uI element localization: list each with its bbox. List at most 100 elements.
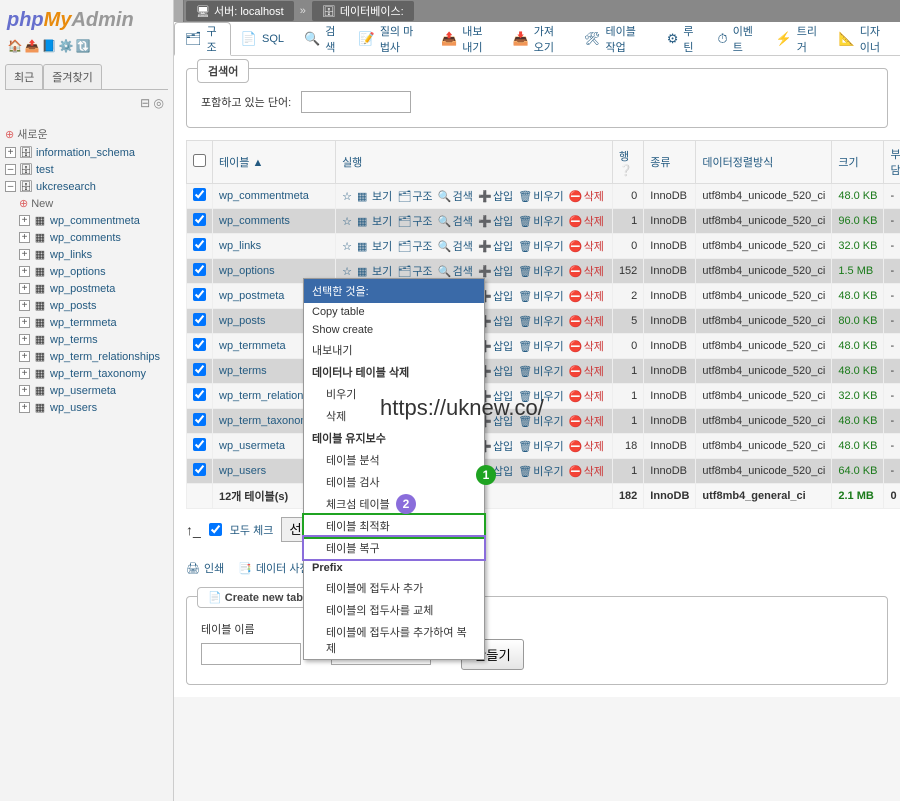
row-checkbox[interactable] (193, 238, 206, 251)
dd-repair[interactable]: 테이블 복구 (304, 537, 484, 559)
filter-input[interactable] (301, 91, 411, 113)
search-link[interactable]: 🔍검색 (438, 263, 473, 279)
dd-analyze[interactable]: 테이블 분석 (304, 449, 484, 471)
table-name-link[interactable]: wp_usermeta (219, 440, 285, 452)
dd-add-prefix[interactable]: 테이블에 접두사 추가 (304, 577, 484, 599)
search-link[interactable]: 🔍검색 (438, 188, 473, 204)
table-name-link[interactable]: wp_termmeta (219, 340, 286, 352)
insert-link[interactable]: ➕삽입 (478, 188, 513, 204)
row-checkbox[interactable] (193, 188, 206, 201)
tree-table[interactable]: +▦wp_links (5, 246, 168, 263)
logout-icon[interactable]: 📤 (24, 39, 40, 55)
tree-table[interactable]: +▦wp_comments (5, 229, 168, 246)
print-link[interactable]: 🖨인쇄 (186, 560, 224, 576)
tab-recent[interactable]: 최근 (5, 64, 43, 89)
tree-table[interactable]: +▦wp_terms (5, 331, 168, 348)
tab-query[interactable]: 📝질의 마법사 (349, 22, 431, 55)
tree-db-test[interactable]: –🗄test (5, 161, 168, 178)
structure-link[interactable]: 🗂구조 (397, 213, 432, 229)
col-table[interactable]: 테이블 ▲ (213, 141, 336, 184)
bc-database[interactable]: 🗄 데이터베이스: (312, 1, 414, 21)
create-name-input[interactable] (201, 643, 301, 665)
drop-link[interactable]: ⛔삭제 (569, 438, 604, 454)
dd-copy-prefix[interactable]: 테이블에 접두사를 추가하여 복제 (304, 621, 484, 659)
checkall-checkbox[interactable] (209, 523, 222, 536)
drop-link[interactable]: ⛔삭제 (569, 388, 604, 404)
checkall-checkbox-header[interactable] (193, 154, 206, 167)
tab-import[interactable]: 📥가져오기 (503, 22, 574, 55)
fav-icon[interactable]: ☆ (342, 240, 352, 253)
empty-link[interactable]: 🗑비우기 (518, 313, 563, 329)
insert-link[interactable]: ➕삽입 (478, 213, 513, 229)
browse-link[interactable]: ▦보기 (357, 238, 392, 254)
empty-link[interactable]: 🗑비우기 (518, 463, 563, 479)
drop-link[interactable]: ⛔삭제 (569, 338, 604, 354)
tree-db-ukcresearch[interactable]: –🗄ukcresearch (5, 178, 168, 195)
tab-operations[interactable]: 🛠테이블 작업 (574, 22, 657, 55)
drop-link[interactable]: ⛔삭제 (569, 313, 604, 329)
table-name-link[interactable]: wp_commentmeta (219, 190, 309, 202)
empty-link[interactable]: 🗑비우기 (518, 213, 563, 229)
tree-table[interactable]: +▦wp_termmeta (5, 314, 168, 331)
tree-table[interactable]: +▦wp_options (5, 263, 168, 280)
tree-db-information-schema[interactable]: +🗄information_schema (5, 144, 168, 161)
table-name-link[interactable]: wp_options (219, 265, 275, 277)
fav-icon[interactable]: ☆ (342, 215, 352, 228)
data-dictionary-link[interactable]: 📑데이터 사전 (238, 560, 309, 576)
tree-table[interactable]: +▦wp_term_relationships (5, 348, 168, 365)
fav-icon[interactable]: ☆ (342, 265, 352, 278)
reload-icon[interactable]: 🔃 (75, 39, 91, 55)
table-name-link[interactable]: wp_term_taxonomy (219, 415, 315, 427)
empty-link[interactable]: 🗑비우기 (518, 188, 563, 204)
checkall-link[interactable]: 모두 체크 (230, 522, 274, 538)
nav-collapse-handle[interactable] (174, 0, 184, 22)
tree-new-table[interactable]: ⊕New (5, 195, 168, 212)
table-name-link[interactable]: wp_users (219, 465, 266, 477)
dd-show-create[interactable]: Show create (304, 321, 484, 339)
col-rows[interactable]: 행 ❔ (612, 141, 643, 184)
structure-link[interactable]: 🗂구조 (397, 238, 432, 254)
tree-table[interactable]: +▦wp_commentmeta (5, 212, 168, 229)
tab-structure[interactable]: 🗂구조 (174, 22, 231, 56)
settings-icon[interactable]: ⚙️ (58, 39, 74, 55)
browse-link[interactable]: ▦보기 (357, 188, 392, 204)
drop-link[interactable]: ⛔삭제 (569, 363, 604, 379)
row-checkbox[interactable] (193, 213, 206, 226)
row-checkbox[interactable] (193, 438, 206, 451)
home-icon[interactable]: 🏠 (7, 39, 23, 55)
tree-table[interactable]: +▦wp_users (5, 399, 168, 416)
drop-link[interactable]: ⛔삭제 (569, 238, 604, 254)
tab-triggers[interactable]: ⚡트리거 (766, 22, 829, 55)
help-icon[interactable]: ❔ (619, 165, 633, 177)
search-link[interactable]: 🔍검색 (438, 213, 473, 229)
insert-link[interactable]: ➕삽입 (478, 238, 513, 254)
empty-link[interactable]: 🗑비우기 (518, 363, 563, 379)
drop-link[interactable]: ⛔삭제 (569, 213, 604, 229)
table-name-link[interactable]: wp_links (219, 240, 261, 252)
col-collation[interactable]: 데이터정렬방식 (696, 141, 832, 184)
fav-icon[interactable]: ☆ (342, 190, 352, 203)
col-size[interactable]: 크기 (832, 141, 884, 184)
empty-link[interactable]: 🗑비우기 (518, 238, 563, 254)
browse-link[interactable]: ▦보기 (357, 263, 392, 279)
drop-link[interactable]: ⛔삭제 (569, 413, 604, 429)
tab-export[interactable]: 📤내보내기 (431, 22, 502, 55)
tab-search[interactable]: 🔍검색 (294, 22, 349, 55)
empty-link[interactable]: 🗑비우기 (518, 288, 563, 304)
dd-copy-table[interactable]: Copy table (304, 303, 484, 321)
drop-link[interactable]: ⛔삭제 (569, 463, 604, 479)
tab-sql[interactable]: 📄SQL (231, 22, 294, 55)
bc-server[interactable]: 🖥 서버: localhost (186, 1, 294, 21)
tab-favorites[interactable]: 즐겨찾기 (43, 64, 101, 89)
row-checkbox[interactable] (193, 263, 206, 276)
table-name-link[interactable]: wp_comments (219, 215, 290, 227)
dd-export[interactable]: 내보내기 (304, 339, 484, 361)
table-name-link[interactable]: wp_posts (219, 315, 265, 327)
col-type[interactable]: 종류 (644, 141, 696, 184)
nav-collapse-icons[interactable]: ⊟ ◎ (5, 90, 168, 116)
tree-new[interactable]: ⊕새로운 (5, 124, 168, 144)
insert-link[interactable]: ➕삽입 (478, 263, 513, 279)
drop-link[interactable]: ⛔삭제 (569, 188, 604, 204)
col-overhead[interactable]: 부담 (884, 141, 900, 184)
tree-table[interactable]: +▦wp_postmeta (5, 280, 168, 297)
